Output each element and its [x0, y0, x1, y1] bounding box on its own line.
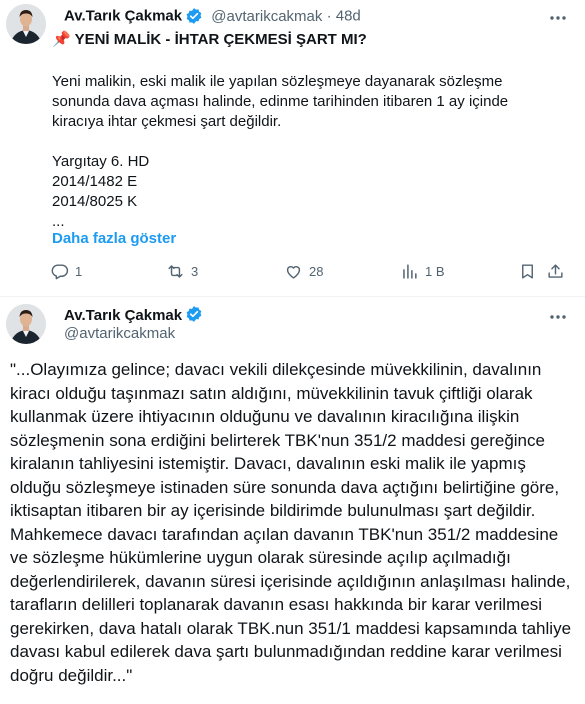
share-button[interactable] [546, 261, 565, 281]
reply-button[interactable]: 1 [50, 261, 82, 281]
verified-badge-icon [186, 8, 202, 24]
heart-icon [286, 265, 301, 279]
tweet-divider [0, 296, 585, 297]
retweet-icon [168, 264, 183, 278]
author-avatar[interactable] [6, 4, 46, 44]
avatar-image [6, 4, 46, 44]
author-handle[interactable]: @avtarikcakmak [211, 8, 322, 25]
tweet-body: Yeni malikin, eski malik ile yapılan söz… [52, 73, 509, 230]
retweet-button[interactable]: 3 [166, 261, 198, 281]
verified-badge-icon [186, 306, 202, 322]
like-button[interactable]: 28 [284, 261, 323, 281]
retweet-count: 3 [191, 263, 199, 279]
more-options-icon[interactable] [548, 8, 568, 28]
tweet-actions: 1 3 28 1 B [50, 261, 565, 281]
tweet-time[interactable]: 48d [336, 8, 361, 25]
share-icon [548, 263, 563, 278]
tweet-title-text: YENİ MALİK - İHTAR ÇEKMESİ ŞART MI? [74, 31, 367, 48]
reply-count: 1 [75, 263, 83, 279]
author-handle[interactable]: @avtarikcakmak [64, 325, 175, 342]
views-count: 1 B [425, 263, 445, 279]
tweet-body: "...Olayımıza gelince; davacı vekili dil… [10, 360, 572, 685]
reply-icon [51, 263, 69, 279]
bookmark-button[interactable] [518, 261, 537, 281]
views-button[interactable]: 1 B [400, 261, 445, 281]
tweet-title: 📌 YENİ MALİK - İHTAR ÇEKMESİ ŞART MI? [52, 30, 367, 48]
separator-dot: · [326, 7, 332, 25]
like-count: 28 [309, 263, 324, 279]
more-options-icon[interactable] [548, 307, 568, 327]
author-name[interactable]: Av.Tarık Çakmak [64, 8, 182, 25]
author-avatar[interactable] [6, 304, 46, 344]
pushpin-icon: 📌 [52, 31, 71, 48]
show-more-link[interactable]: Daha fazla göster [52, 230, 176, 247]
avatar-image [6, 304, 46, 344]
bookmark-icon [522, 263, 533, 279]
author-name[interactable]: Av.Tarık Çakmak [64, 307, 182, 324]
views-icon [403, 263, 417, 279]
